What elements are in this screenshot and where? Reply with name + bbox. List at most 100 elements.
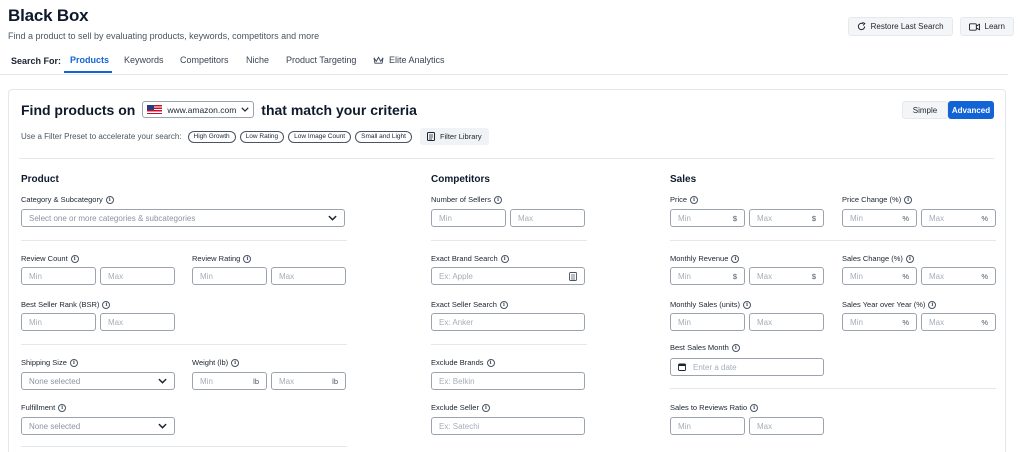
price-change-max-input[interactable]: Max% [921,209,996,227]
review-count-max-input[interactable]: Max [100,267,175,285]
sales-change-min-input[interactable]: Min% [842,267,917,285]
info-icon[interactable]: i [481,403,490,412]
sales-divider-1 [670,240,996,241]
min-placeholder: Min [29,271,42,281]
sales-section-title: Sales [670,174,697,185]
revenue-max-input[interactable]: Max $ [749,267,824,285]
us-flag-icon [147,105,163,114]
max-placeholder: Max [279,376,295,386]
info-icon[interactable]: i [499,300,508,309]
info-icon[interactable]: i [231,358,240,367]
info-icon[interactable]: i [750,403,759,412]
restore-last-search-button[interactable]: Restore Last Search [847,17,953,36]
price-max-input[interactable]: Max $ [749,209,824,227]
review-rating-max-input[interactable]: Max [271,267,346,285]
min-placeholder: Min [439,213,452,223]
preset-high-growth[interactable]: High Growth [187,130,236,143]
preset-small-and-light[interactable]: Small and Light [355,130,412,143]
info-icon[interactable]: i [731,343,740,352]
monthly-sales-max-input[interactable]: Max [749,313,824,331]
weight-max-input[interactable]: Max lb [271,372,346,390]
simple-mode-button[interactable]: Simple [902,101,948,119]
info-icon[interactable]: i [58,403,67,412]
sales-yoy-max-input[interactable]: Max% [921,313,996,331]
info-icon[interactable]: i [486,358,495,367]
sales-change-label-text: Sales Change (%) [842,254,903,263]
review-count-min-input[interactable]: Min [21,267,96,285]
monthly-sales-min-input[interactable]: Min [670,313,745,331]
search-for-tabs: Search For: Products Keywords Competitor… [0,44,1008,75]
sales-yoy-min-input[interactable]: Min% [842,313,917,331]
info-icon[interactable]: i [494,195,503,204]
dollar-suffix: $ [811,271,816,281]
advanced-mode-button[interactable]: Advanced [948,101,994,119]
exact-seller-label: Exact Seller Search i [431,300,508,309]
tab-product-targeting[interactable]: Product Targeting [286,55,356,65]
weight-min-input[interactable]: Min lb [192,372,267,390]
tab-elite-analytics[interactable]: Elite Analytics [373,55,445,65]
info-icon[interactable]: i [69,358,78,367]
monthly-sales-label-text: Monthly Sales (units) [670,300,741,309]
sellers-max-input[interactable]: Max [510,209,585,227]
price-change-min-input[interactable]: Min% [842,209,917,227]
best-sales-month-input[interactable]: Enter a date [670,358,824,376]
library-icon [426,132,435,141]
fulfillment-select[interactable]: None selected [21,417,175,435]
bsr-min-input[interactable]: Min [21,313,96,331]
sellers-min-input[interactable]: Min [431,209,506,227]
exact-seller-input[interactable]: Ex: Anker [431,313,585,331]
filter-card: Find products on www.amazon.com that mat… [8,89,1006,452]
restore-icon [857,22,866,31]
sales-change-max-input[interactable]: Max% [921,267,996,285]
review-rating-min-input[interactable]: Min [192,267,267,285]
info-icon[interactable]: i [904,195,913,204]
tab-keywords[interactable]: Keywords [124,55,164,65]
exact-brand-input[interactable]: Ex: Apple [431,267,585,285]
info-icon[interactable]: i [928,300,937,309]
info-icon[interactable]: i [731,254,740,263]
max-placeholder: Max [108,317,124,327]
fulfillment-label-text: Fulfillment [21,403,56,412]
info-icon[interactable]: i [243,254,252,263]
exclude-seller-input[interactable]: Ex: Satechi [431,417,585,435]
category-select[interactable]: Select one or more categories & subcateg… [21,209,345,227]
max-placeholder: Max [929,213,945,223]
exclude-seller-placeholder: Ex: Satechi [439,421,480,431]
learn-button[interactable]: Learn [959,17,1014,36]
sales-yoy-label-text: Sales Year over Year (%) [842,300,926,309]
info-icon[interactable]: i [102,300,111,309]
fulfillment-label: Fulfillment i [21,403,67,412]
tab-competitors[interactable]: Competitors [180,55,229,65]
exclude-brands-input[interactable]: Ex: Belkin [431,372,585,390]
info-icon[interactable]: i [743,300,752,309]
preset-low-rating[interactable]: Low Rating [239,130,285,143]
shipping-size-select[interactable]: None selected [21,372,175,390]
info-icon[interactable]: i [500,254,509,263]
price-min-input[interactable]: Min $ [670,209,745,227]
filter-library-button[interactable]: Filter Library [419,128,489,145]
max-placeholder: Max [929,317,945,327]
percent-suffix: % [981,271,988,281]
preset-row: Use a Filter Preset to accelerate your s… [21,128,489,145]
lb-suffix: lb [253,376,259,386]
max-placeholder: Max [929,271,945,281]
product-divider-3 [21,446,347,447]
competitors-divider-1 [431,240,587,241]
info-icon[interactable]: i [905,254,914,263]
crown-icon [373,55,384,64]
review-rating-label: Review Rating i [192,254,252,263]
tab-products[interactable]: Products [70,55,109,65]
revenue-min-input[interactable]: Min $ [670,267,745,285]
bsr-max-input[interactable]: Max [100,313,175,331]
ratio-min-input[interactable]: Min [670,417,745,435]
info-icon[interactable]: i [105,195,114,204]
max-placeholder: Max [108,271,124,281]
preset-low-image-count[interactable]: Low Image Count [288,130,352,143]
info-icon[interactable]: i [690,195,699,204]
ratio-max-input[interactable]: Max [749,417,824,435]
info-icon[interactable]: i [70,254,79,263]
marketplace-select[interactable]: www.amazon.com [142,101,255,118]
tab-niche[interactable]: Niche [246,55,269,65]
date-placeholder: Enter a date [693,362,737,372]
max-placeholder: Max [279,271,295,281]
